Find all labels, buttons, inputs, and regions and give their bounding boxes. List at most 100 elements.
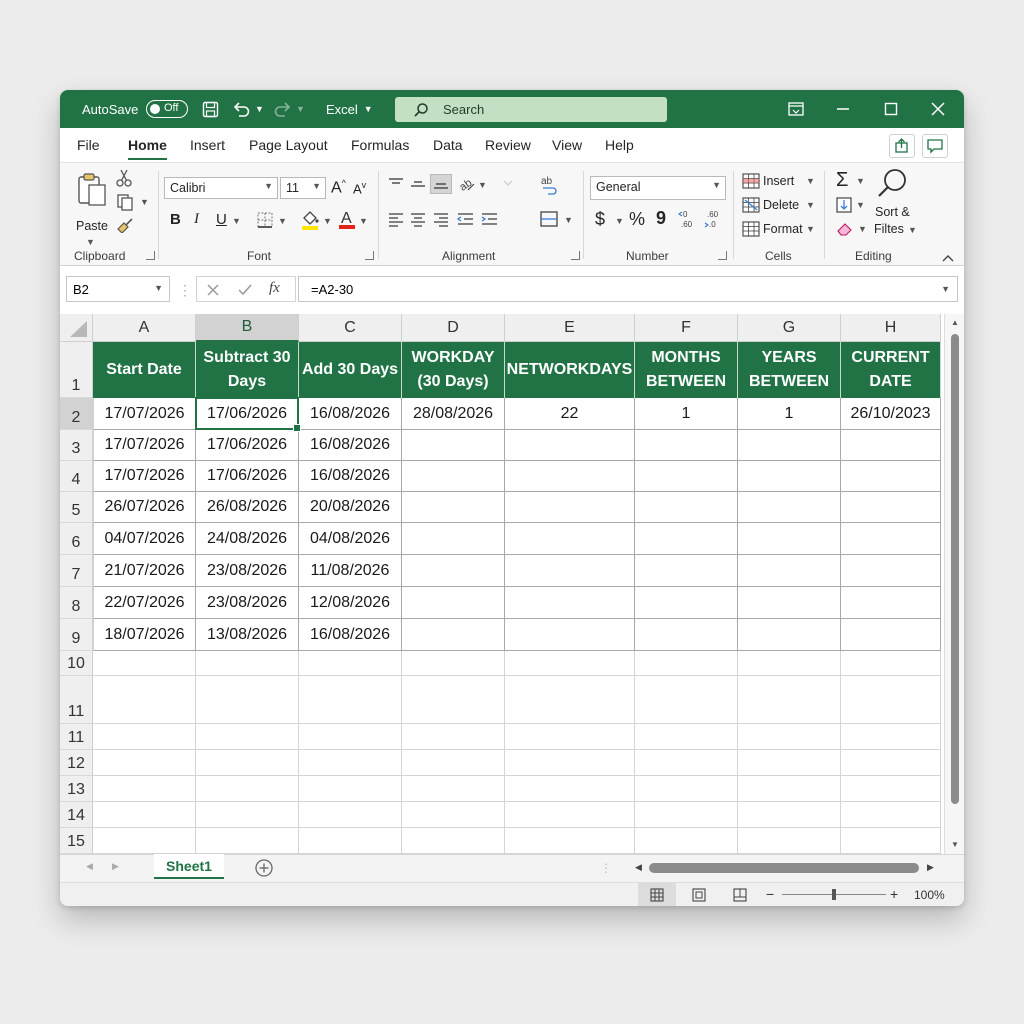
number-format-select[interactable]: General ▼: [590, 176, 726, 200]
align-middle-icon[interactable]: [410, 177, 426, 196]
grid-cell[interactable]: 26/10/2023: [841, 398, 941, 430]
grid-cell[interactable]: 18/07/2026: [93, 619, 196, 651]
bold-button[interactable]: B: [170, 211, 181, 228]
align-center-icon[interactable]: [410, 211, 426, 232]
grid-cell[interactable]: [841, 555, 941, 587]
align-right-icon[interactable]: [433, 211, 449, 232]
grid-cell[interactable]: [402, 776, 505, 802]
grid-cell[interactable]: 17/07/2026: [93, 430, 196, 461]
zoom-in-button[interactable]: +: [890, 886, 898, 902]
clipboard-launcher-icon[interactable]: [146, 251, 155, 260]
row-header[interactable]: 11: [60, 676, 93, 724]
grid-cell[interactable]: [299, 724, 402, 750]
grid-cell[interactable]: [402, 828, 505, 854]
tab-review[interactable]: Review: [485, 137, 531, 153]
grid-cell[interactable]: [402, 750, 505, 776]
grid-cell[interactable]: [505, 555, 635, 587]
share-button[interactable]: [889, 134, 915, 158]
grid-cell[interactable]: [505, 461, 635, 492]
copy-dropdown-icon[interactable]: ▼: [140, 197, 149, 207]
grid-cell[interactable]: [196, 828, 299, 854]
grid-cell[interactable]: [635, 430, 738, 461]
grid-cell[interactable]: [738, 776, 841, 802]
grid-cell[interactable]: [196, 802, 299, 828]
grid-cell[interactable]: [505, 651, 635, 676]
grid-cell[interactable]: 1: [738, 398, 841, 430]
row-header[interactable]: 12: [60, 750, 93, 776]
grid-cell[interactable]: 28/08/2026: [402, 398, 505, 430]
table-header-cell[interactable]: Subtract 30 Days: [196, 342, 299, 398]
increase-decimal-icon[interactable]: 0.60: [678, 209, 700, 234]
font-color-icon[interactable]: A: [338, 208, 356, 235]
grid-cell[interactable]: 23/08/2026: [196, 555, 299, 587]
tab-home[interactable]: Home: [128, 137, 167, 160]
table-header-cell[interactable]: WORKDAY (30 Days): [402, 342, 505, 398]
grid-cell[interactable]: [738, 750, 841, 776]
row-header[interactable]: 14: [60, 802, 93, 828]
grid-cell[interactable]: [93, 724, 196, 750]
grid-cell[interactable]: [505, 828, 635, 854]
delete-dropdown-icon[interactable]: ▼: [806, 200, 815, 210]
grid-cell[interactable]: [196, 750, 299, 776]
tab-split-handle[interactable]: ⋮: [600, 861, 612, 875]
wrap-text-icon[interactable]: ab: [540, 175, 558, 200]
italic-button[interactable]: I: [194, 211, 199, 228]
grid-cell[interactable]: [402, 523, 505, 555]
grid-cell[interactable]: [635, 750, 738, 776]
grid-cell[interactable]: [635, 523, 738, 555]
clear-dropdown-icon[interactable]: ▼: [858, 224, 867, 234]
grid-cell[interactable]: [738, 555, 841, 587]
fill-color-dropdown-icon[interactable]: ▼: [323, 216, 332, 226]
grid-cell[interactable]: [505, 523, 635, 555]
grid-cell[interactable]: [93, 802, 196, 828]
grid-cell[interactable]: 13/08/2026: [196, 619, 299, 651]
table-header-cell[interactable]: CURRENT DATE: [841, 342, 941, 398]
grid-cell[interactable]: [841, 461, 941, 492]
grid-cell[interactable]: [402, 587, 505, 619]
grid-cell[interactable]: [738, 724, 841, 750]
grid-cell[interactable]: [635, 461, 738, 492]
close-icon[interactable]: [931, 90, 945, 128]
grid-cell[interactable]: [299, 651, 402, 676]
grid-cell[interactable]: [299, 802, 402, 828]
row-header[interactable]: 2: [60, 398, 93, 430]
grid-cell[interactable]: [402, 651, 505, 676]
format-painter-icon[interactable]: [116, 217, 134, 238]
grid-cell[interactable]: [635, 676, 738, 724]
grid-cell[interactable]: [738, 430, 841, 461]
grid-cell[interactable]: [635, 587, 738, 619]
align-top-icon[interactable]: [388, 177, 404, 196]
grid-cell[interactable]: [738, 619, 841, 651]
borders-dropdown-icon[interactable]: ▼: [278, 216, 287, 226]
grid-cell[interactable]: [841, 430, 941, 461]
table-header-cell[interactable]: Add 30 Days: [299, 342, 402, 398]
comma-style-button[interactable]: 9: [656, 208, 666, 229]
grid-cell[interactable]: [505, 430, 635, 461]
grid-cell[interactable]: [93, 651, 196, 676]
grid-cell[interactable]: [841, 724, 941, 750]
grid-cell[interactable]: 21/07/2026: [93, 555, 196, 587]
grid-cell[interactable]: [635, 724, 738, 750]
grid-cell[interactable]: [635, 492, 738, 523]
autosum-icon[interactable]: Σ: [836, 169, 848, 192]
table-header-cell[interactable]: NETWORKDAYS: [505, 342, 635, 398]
insert-cells-icon[interactable]: [742, 173, 760, 194]
row-header[interactable]: 1: [60, 342, 93, 398]
grid-cell[interactable]: 12/08/2026: [299, 587, 402, 619]
scroll-left-icon[interactable]: ◀: [635, 862, 642, 873]
font-color-dropdown-icon[interactable]: ▼: [359, 216, 368, 226]
grid-cell[interactable]: [841, 828, 941, 854]
sort-filter-label-line2[interactable]: Filtes: [874, 222, 904, 236]
column-header-b[interactable]: B: [196, 314, 299, 342]
grid-cell[interactable]: 26/08/2026: [196, 492, 299, 523]
insert-cells-button[interactable]: Insert: [763, 174, 794, 188]
app-name-menu[interactable]: Excel ▼: [326, 90, 373, 128]
grid-cell[interactable]: 16/08/2026: [299, 430, 402, 461]
grid-cell[interactable]: 16/08/2026: [299, 619, 402, 651]
grid-cell[interactable]: [299, 828, 402, 854]
fill-dropdown-icon[interactable]: ▼: [856, 200, 865, 210]
grid-cell[interactable]: [505, 619, 635, 651]
grid-cell[interactable]: [299, 776, 402, 802]
grid-cell[interactable]: [738, 461, 841, 492]
column-header-f[interactable]: F: [635, 314, 738, 342]
